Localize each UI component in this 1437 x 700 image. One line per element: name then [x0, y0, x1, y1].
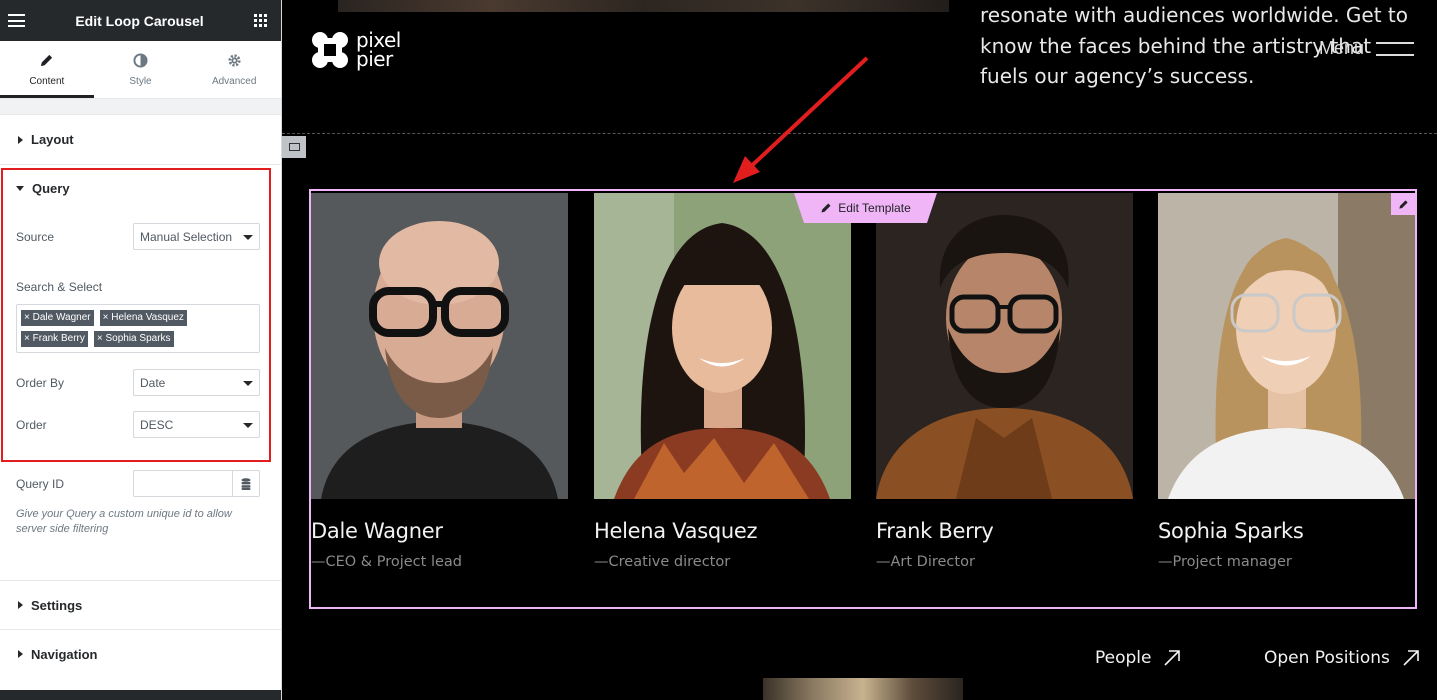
- selected-tag[interactable]: × Helena Vasquez: [99, 310, 187, 326]
- preview-canvas: pixel pier resonate with audiences world…: [282, 0, 1437, 700]
- team-card[interactable]: Helena Vasquez —Creative director: [594, 193, 851, 570]
- search-select-label: Search & Select: [16, 280, 103, 294]
- container-handle[interactable]: [282, 136, 306, 158]
- section-query-label: Query: [32, 181, 70, 196]
- selected-tag-label: Helena Vasquez: [111, 312, 184, 323]
- tab-style-label: Style: [129, 75, 152, 87]
- menu-label: Menu: [1319, 38, 1365, 58]
- arrow-up-right-icon: [1164, 650, 1181, 666]
- pencil-icon: [821, 203, 831, 213]
- database-icon: [241, 477, 251, 490]
- team-name: Dale Wagner: [311, 519, 443, 543]
- selected-tag-label: Dale Wagner: [32, 312, 91, 323]
- contrast-icon: [133, 52, 148, 68]
- chevron-down-icon: [243, 381, 253, 386]
- people-link[interactable]: People: [1095, 648, 1181, 668]
- selected-tag[interactable]: × Sophia Sparks: [93, 331, 174, 347]
- team-card[interactable]: Sophia Sparks —Project manager: [1158, 193, 1415, 570]
- order-by-value: Date: [140, 375, 166, 390]
- team-role: —CEO & Project lead: [311, 554, 462, 570]
- top-image: [338, 0, 949, 12]
- gear-icon: [228, 53, 241, 67]
- section-divider: [282, 133, 1437, 134]
- order-by-label: Order By: [16, 376, 65, 390]
- logo-line-2: pier: [356, 47, 393, 71]
- source-label: Source: [16, 230, 55, 244]
- section-settings[interactable]: Settings: [0, 580, 281, 629]
- team-card[interactable]: Frank Berry —Art Director: [876, 193, 1133, 570]
- section-navigation-label: Navigation: [31, 646, 98, 662]
- caret-down-icon: [16, 186, 24, 191]
- team-photo: [311, 193, 568, 499]
- team-role: —Creative director: [594, 554, 731, 570]
- team-role: —Art Director: [876, 554, 975, 570]
- edit-template-button[interactable]: Edit Template: [794, 193, 937, 223]
- arrow-up-right-icon: [1403, 650, 1419, 666]
- team-photo: [876, 193, 1133, 499]
- site-logo[interactable]: pixel pier: [310, 30, 401, 70]
- panel-spacer: [0, 99, 281, 115]
- selected-tag-label: Sophia Sparks: [105, 333, 171, 344]
- people-link-label: People: [1095, 648, 1152, 668]
- section-layout[interactable]: Layout: [0, 115, 281, 165]
- order-label: Order: [16, 418, 47, 432]
- team-name: Frank Berry: [876, 519, 994, 543]
- panel-header: Edit Loop Carousel: [0, 0, 281, 41]
- selected-tag-label: Frank Berry: [32, 333, 85, 344]
- logo-text: pixel pier: [356, 30, 401, 71]
- team-name: Sophia Sparks: [1158, 519, 1304, 543]
- tab-advanced-label: Advanced: [211, 75, 257, 87]
- dynamic-tags-button[interactable]: [232, 470, 260, 497]
- source-select[interactable]: Manual Selection: [133, 223, 260, 250]
- selected-tag[interactable]: × Frank Berry: [21, 331, 88, 347]
- team-role: —Project manager: [1158, 554, 1292, 570]
- order-by-select[interactable]: Date: [133, 369, 260, 396]
- logo-icon: [312, 32, 348, 68]
- team-photo: [1158, 193, 1415, 499]
- tab-style[interactable]: Style: [94, 41, 188, 98]
- caret-right-icon: [18, 135, 23, 144]
- search-select-input[interactable]: × Dale Wagner × Helena Vasquez × Frank B…: [16, 304, 260, 353]
- section-query[interactable]: Query: [16, 181, 70, 196]
- team-photo: [594, 193, 851, 499]
- source-select-value: Manual Selection: [140, 229, 233, 244]
- tab-content[interactable]: Content: [0, 41, 94, 98]
- chevron-down-icon: [243, 235, 253, 240]
- section-settings-label: Settings: [31, 597, 83, 613]
- chevron-down-icon: [243, 423, 253, 428]
- team-name: Helena Vasquez: [594, 519, 758, 543]
- container-icon: [288, 143, 300, 151]
- tab-content-label: Content: [29, 75, 65, 87]
- tab-advanced[interactable]: Advanced: [187, 41, 281, 98]
- pencil-icon: [41, 54, 53, 66]
- order-value: DESC: [140, 417, 174, 432]
- edit-widget-button[interactable]: [1391, 193, 1415, 215]
- menu-button[interactable]: Menu: [1319, 38, 1415, 59]
- panel-title: Edit Loop Carousel: [75, 12, 204, 29]
- widgets-grid-icon[interactable]: [254, 14, 267, 27]
- caret-right-icon: [18, 650, 23, 658]
- hamburger-menu-icon[interactable]: [8, 14, 25, 27]
- panel-tabs: Content Style Advanced: [0, 41, 281, 99]
- bottom-image: [763, 678, 963, 700]
- caret-right-icon: [18, 601, 23, 609]
- order-select[interactable]: DESC: [133, 411, 260, 438]
- query-id-help: Give your Query a custom unique id to al…: [16, 508, 232, 535]
- panel-footer: [0, 690, 281, 700]
- edit-template-label: Edit Template: [838, 201, 911, 215]
- open-positions-label: Open Positions: [1264, 648, 1390, 668]
- section-layout-label: Layout: [31, 132, 74, 147]
- pencil-icon: [1398, 199, 1408, 209]
- team-card[interactable]: Dale Wagner —CEO & Project lead: [311, 193, 568, 570]
- section-navigation[interactable]: Navigation: [0, 629, 281, 678]
- selected-tag[interactable]: × Dale Wagner: [21, 310, 94, 326]
- menu-icon: [1376, 41, 1415, 56]
- open-positions-link[interactable]: Open Positions: [1264, 648, 1420, 668]
- query-id-input[interactable]: [133, 470, 233, 497]
- query-id-label: Query ID: [16, 477, 65, 491]
